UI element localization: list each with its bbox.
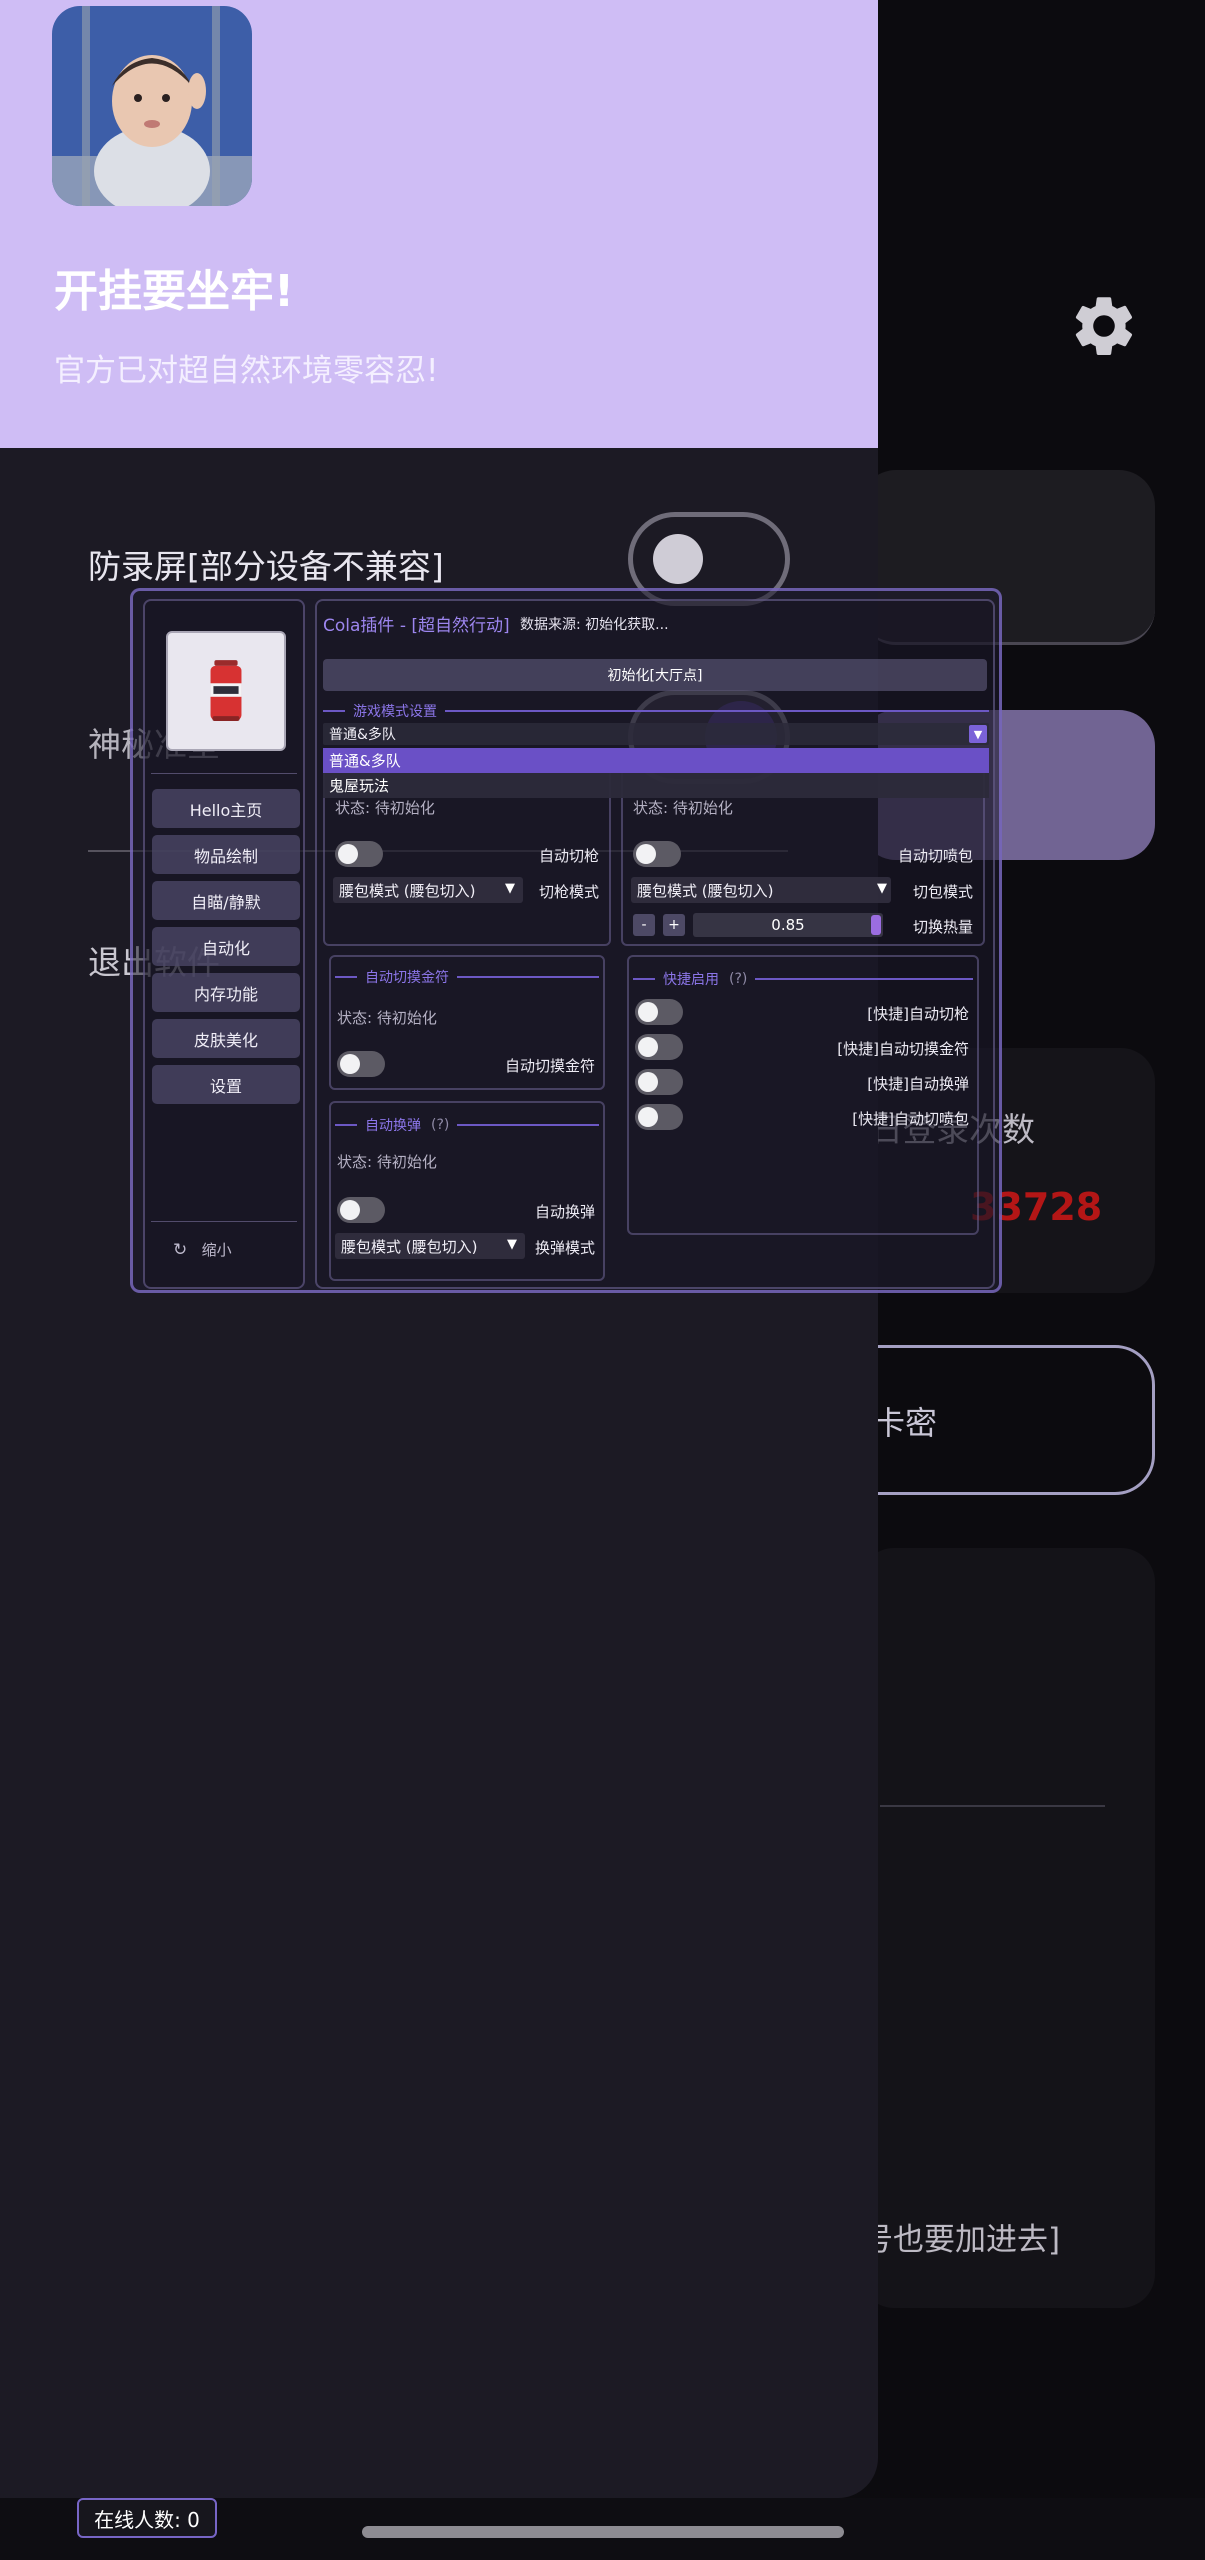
reload-section-title: 自动换弹 (365, 1118, 421, 1134)
auto-spray-toggle[interactable] (633, 841, 681, 867)
section-line (335, 1124, 357, 1126)
drawer-subtitle: 官方已对超自然环境零容忍! (54, 353, 439, 389)
shrink-label: 缩小 (201, 1241, 232, 1259)
auto-gun-toggle[interactable] (335, 841, 383, 867)
slider-handle[interactable] (871, 915, 881, 935)
switch-knob (653, 534, 703, 584)
quick-talisman-toggle[interactable] (635, 1034, 683, 1060)
section-line (445, 710, 989, 712)
shrink-separator (151, 1221, 297, 1222)
plugin-overlay-window: Hello主页 物品绘制 自瞄/静默 自动化 内存功能 皮肤美化 设置 ↻ 缩小… (130, 588, 1002, 1293)
dropdown-arrow-icon: ▼ (877, 881, 887, 896)
online-count-badge: 在线人数: 0 (77, 2498, 217, 2538)
game-mode-option-haunted[interactable]: 鬼屋玩法 (323, 773, 989, 798)
reload-mode-label: 换弹模式 (534, 1239, 595, 1257)
auto-talisman-label: 自动切摸金符 (504, 1057, 595, 1075)
game-mode-selected: 普通&多队 (329, 727, 396, 743)
cola-can-logo-icon (166, 631, 286, 751)
heat-plus-button[interactable]: + (663, 914, 685, 936)
heat-label: 切换热量 (912, 918, 973, 936)
section-line (323, 710, 345, 712)
nav-aimbot[interactable]: 自瞄/静默 (152, 881, 300, 920)
quick-talisman-label: [快捷]自动切摸金符 (837, 1040, 969, 1058)
quick-section-title: 快捷启用 (663, 972, 719, 988)
overlay-title: Cola插件 - [超自然行动] (323, 616, 510, 636)
auto-reload-toggle[interactable] (337, 1197, 385, 1223)
section-line (457, 1124, 599, 1126)
card-key-label: 卡密 (873, 1404, 938, 1442)
dropdown-arrow-icon[interactable]: ▼ (969, 725, 987, 743)
refresh-icon: ↻ (173, 1240, 188, 1260)
spray-mode-label: 切包模式 (912, 883, 973, 901)
info-card (860, 1548, 1155, 2308)
quick-help-hint[interactable]: (?) (729, 971, 747, 987)
talisman-status: 状态: 待初始化 (337, 1009, 437, 1027)
auto-talisman-toggle[interactable] (337, 1051, 385, 1077)
reload-status: 状态: 待初始化 (337, 1153, 437, 1171)
info-divider (880, 1805, 1105, 1807)
avatar (52, 6, 252, 206)
heat-slider[interactable]: 0.85 (693, 913, 883, 937)
quick-gun-toggle[interactable] (635, 999, 683, 1025)
quick-spray-label: [快捷]自动切喷包 (852, 1110, 969, 1128)
game-mode-dropdown[interactable]: 普通&多队 ▼ (323, 723, 989, 745)
quick-spray-toggle[interactable] (635, 1104, 683, 1130)
gun-mode-label: 切枪模式 (538, 883, 599, 901)
screen: { "drawer": { "title": "开挂要坐牢!", "subtit… (0, 0, 1205, 2560)
init-lobby-button[interactable]: 初始化[大厅点] (323, 659, 987, 691)
nav-settings[interactable]: 设置 (152, 1065, 300, 1104)
drawer-header: 开挂要坐牢! 官方已对超自然环境零容忍! (0, 0, 878, 448)
heat-minus-button[interactable]: - (633, 914, 655, 936)
nav-memory[interactable]: 内存功能 (152, 973, 300, 1012)
section-line (457, 976, 599, 978)
nav-item-draw[interactable]: 物品绘制 (152, 835, 300, 874)
gun-mode-select[interactable]: 腰包模式 (腰包切入) (333, 877, 523, 903)
nav-automation[interactable]: 自动化 (152, 927, 300, 966)
quick-enable-panel: 快捷启用 (?) [快捷]自动切枪 [快捷]自动切摸金符 [快捷]自动换弹 [快… (627, 955, 979, 1235)
spray-mode-select[interactable]: 腰包模式 (腰包切入) (631, 877, 891, 903)
anti-record-label: 防录屏[部分设备不兼容] (88, 547, 444, 586)
game-mode-option-normal[interactable]: 普通&多队 (323, 748, 989, 773)
auto-reload-label: 自动换弹 (534, 1203, 595, 1221)
heat-value: 0.85 (771, 916, 805, 934)
overlay-sidebar: Hello主页 物品绘制 自瞄/静默 自动化 内存功能 皮肤美化 设置 ↻ 缩小 (143, 599, 305, 1289)
section-line (633, 978, 655, 980)
nav-hello-home[interactable]: Hello主页 (152, 789, 300, 828)
quick-reload-label: [快捷]自动换弹 (867, 1075, 969, 1093)
reload-mode-select[interactable]: 腰包模式 (腰包切入) (335, 1233, 525, 1259)
quick-gun-label: [快捷]自动切枪 (867, 1005, 969, 1023)
section-line (755, 978, 973, 980)
auto-reload-panel: 自动换弹 (?) 状态: 待初始化 自动换弹 腰包模式 (腰包切入) ▼ 换弹模… (329, 1101, 605, 1281)
reload-help-hint[interactable]: (?) (431, 1117, 449, 1133)
game-mode-options: 普通&多队 鬼屋玩法 (323, 748, 989, 798)
dropdown-arrow-icon: ▼ (507, 1237, 517, 1252)
auto-spray-label: 自动切喷包 (897, 847, 973, 865)
nav-skin[interactable]: 皮肤美化 (152, 1019, 300, 1058)
shrink-button[interactable]: ↻ 缩小 (173, 1239, 232, 1260)
talisman-section-header: 自动切摸金符 (335, 967, 599, 987)
info-note: 号也要加进去] (862, 2222, 1061, 2258)
talisman-section-title: 自动切摸金符 (365, 970, 449, 986)
dropdown-arrow-icon: ▼ (505, 881, 515, 896)
section-line (335, 976, 357, 978)
gun-status: 状态: 待初始化 (335, 799, 435, 817)
reload-section-header: 自动换弹 (?) (335, 1115, 599, 1135)
quick-reload-toggle[interactable] (635, 1069, 683, 1095)
settings-gear-icon[interactable] (1068, 290, 1140, 362)
quick-section-header: 快捷启用 (?) (633, 969, 973, 989)
auto-talisman-panel: 自动切摸金符 状态: 待初始化 自动切摸金符 (329, 955, 605, 1090)
game-mode-section-title: 游戏模式设置 (353, 704, 437, 720)
home-indicator[interactable] (362, 2526, 844, 2538)
game-mode-section-header: 游戏模式设置 (323, 701, 989, 721)
auto-gun-label: 自动切枪 (538, 847, 599, 865)
drawer-title: 开挂要坐牢! (54, 266, 295, 317)
spray-status: 状态: 待初始化 (633, 799, 733, 817)
data-source-text: 数据来源: 初始化获取... (520, 617, 669, 633)
overlay-main-panel: Cola插件 - [超自然行动] 数据来源: 初始化获取... 初始化[大厅点]… (315, 599, 995, 1289)
nav-separator (151, 773, 297, 774)
